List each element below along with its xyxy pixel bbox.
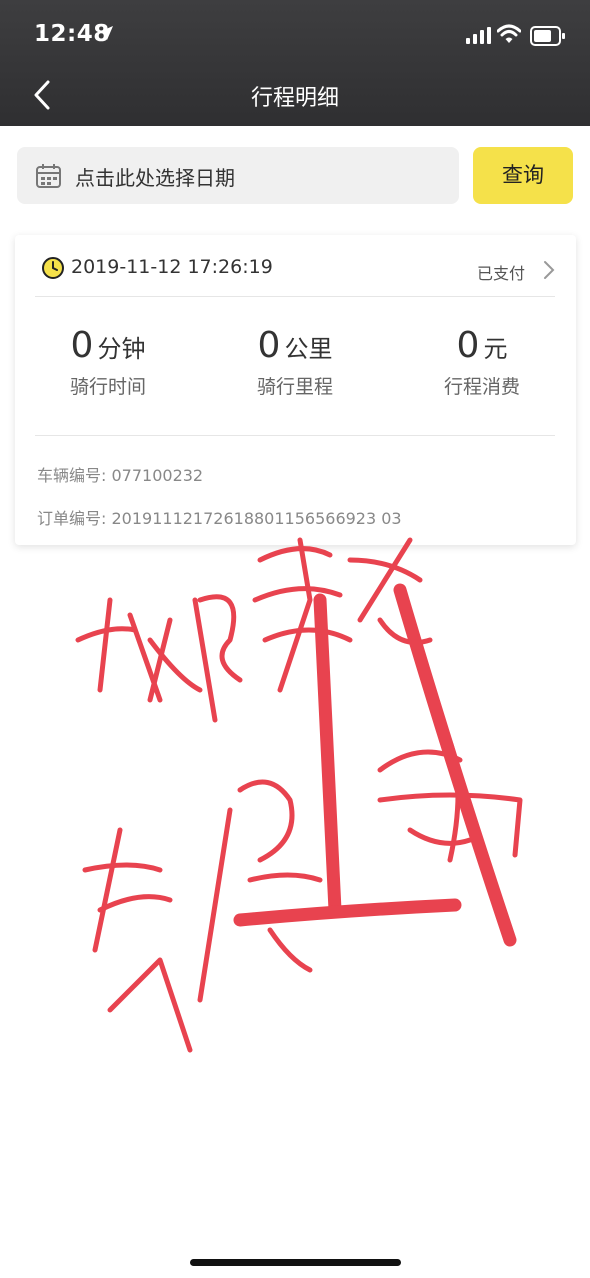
cellular-signal-icon	[466, 27, 491, 44]
calendar-icon	[36, 164, 61, 188]
order-number-label: 订单编号:	[37, 509, 112, 528]
vehicle-number-label: 车辆编号:	[37, 466, 112, 485]
order-number-line: 订单编号: 20191112172618801156566923 03	[37, 505, 402, 529]
stat-unit: 分钟	[97, 335, 146, 363]
query-button[interactable]: 查询	[473, 147, 573, 204]
trip-card[interactable]: 2019-11-12 17:26:19 已支付 0 分钟 骑行时间 0 公里 骑行里…	[15, 235, 576, 545]
stat-value: 0	[70, 325, 94, 366]
stat-value: 0	[257, 325, 281, 366]
page-title: 行程明细	[250, 86, 339, 111]
date-picker[interactable]: 点击此处选择日期	[17, 147, 459, 204]
battery-icon	[530, 26, 565, 46]
order-number: 20191112172618801156566923 03	[111, 509, 402, 528]
stat-ride-distance: 0 公里 骑行里程	[202, 325, 388, 399]
pay-status: 已支付	[477, 264, 526, 283]
stat-label: 骑行里程	[256, 376, 333, 398]
stat-value: 0	[456, 325, 480, 366]
trip-datetime: 2019-11-12 17:26:19	[71, 256, 273, 278]
clock-icon	[42, 257, 64, 279]
home-indicator[interactable]	[190, 1259, 401, 1266]
stat-ride-time: 0 分钟 骑行时间	[15, 325, 201, 399]
divider	[35, 296, 555, 297]
chevron-right-icon[interactable]	[542, 259, 556, 281]
wifi-icon	[497, 24, 521, 43]
vehicle-number: 077100232	[111, 466, 204, 485]
location-arrow-icon	[99, 26, 113, 40]
stat-label: 行程消费	[443, 376, 520, 398]
vehicle-number-line: 车辆编号: 077100232	[37, 462, 203, 486]
date-placeholder: 点击此处选择日期	[75, 166, 235, 190]
divider	[35, 435, 555, 436]
stat-unit: 元	[483, 335, 508, 363]
stat-label: 骑行时间	[69, 376, 146, 398]
stat-ride-cost: 0元 行程消费	[389, 325, 575, 399]
stat-unit: 公里	[284, 335, 333, 363]
header: 12:48 行程明细	[0, 0, 590, 126]
